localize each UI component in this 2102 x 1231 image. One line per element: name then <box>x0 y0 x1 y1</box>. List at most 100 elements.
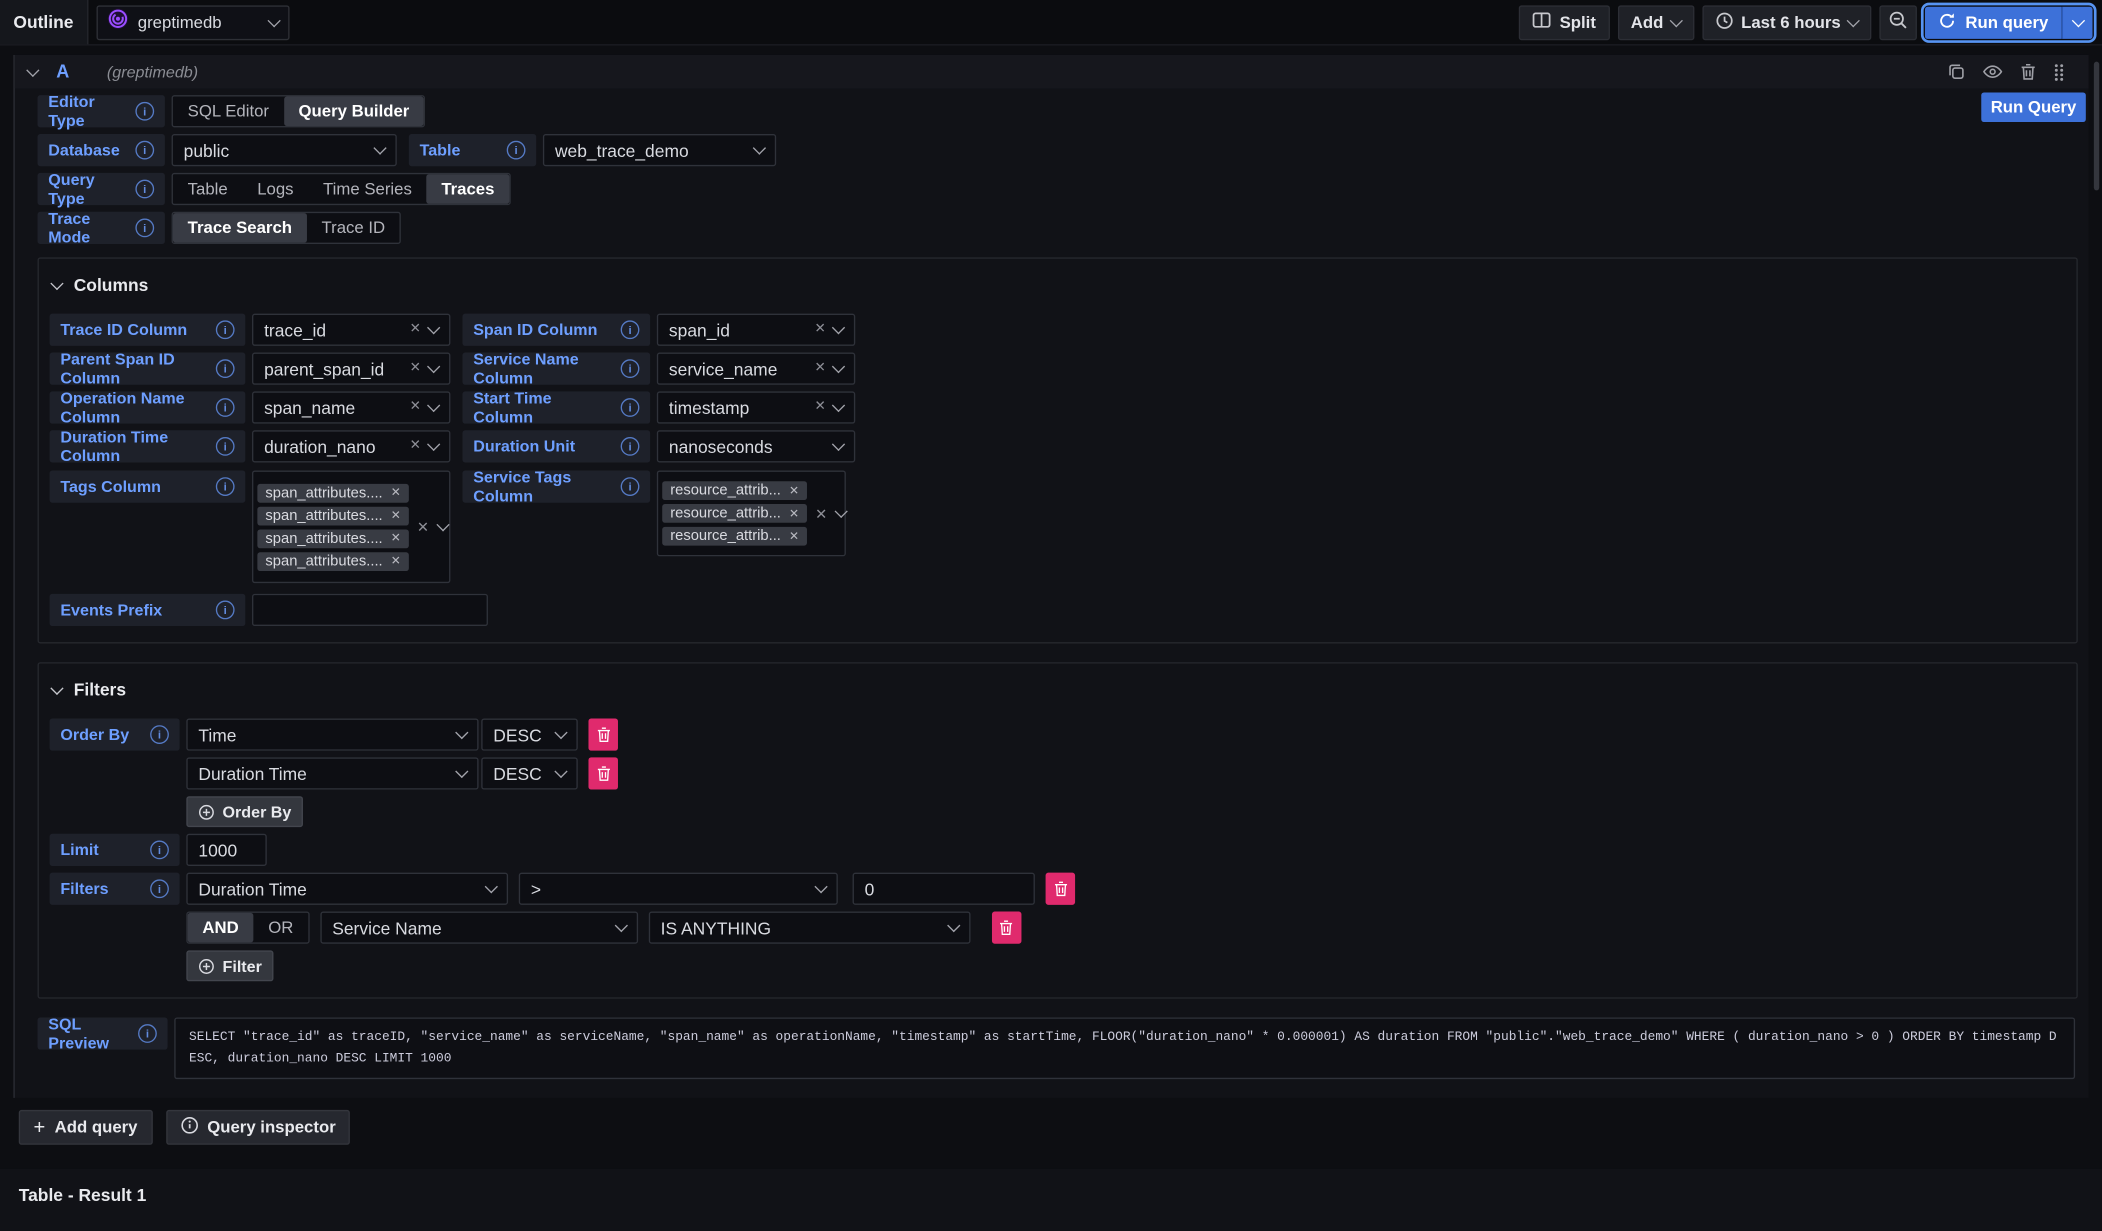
query-type-time-series[interactable]: Time Series <box>308 174 426 203</box>
duration-time-column-select[interactable]: duration_nano ✕ <box>252 430 450 462</box>
clear-icon[interactable]: ✕ <box>815 323 826 336</box>
info-icon[interactable]: i <box>135 102 154 121</box>
order-by-field-select[interactable]: Duration Time <box>186 757 478 789</box>
query-type-logs[interactable]: Logs <box>242 174 308 203</box>
remove-query-trash-icon[interactable] <box>2020 63 2036 80</box>
info-icon[interactable]: i <box>135 180 154 199</box>
column-header-operationname[interactable]: operationname <box>831 1221 1253 1231</box>
clear-all-icon[interactable]: ✕ <box>417 518 429 535</box>
add-filter-button[interactable]: Filter <box>186 950 274 981</box>
split-button[interactable]: Split <box>1519 5 1609 40</box>
info-icon[interactable]: i <box>216 359 235 378</box>
info-icon[interactable]: i <box>216 320 235 339</box>
tag-chip[interactable]: span_attributes....✕ <box>257 506 408 525</box>
add-query-button[interactable]: + Add query <box>19 1110 152 1145</box>
info-icon[interactable]: i <box>507 141 526 160</box>
add-order-by-button[interactable]: Order By <box>186 796 303 827</box>
clear-all-icon[interactable]: ✕ <box>815 505 827 522</box>
add-button[interactable]: Add <box>1617 5 1694 40</box>
tag-chip[interactable]: span_attributes....✕ <box>257 552 408 571</box>
info-icon[interactable]: i <box>135 219 154 238</box>
limit-input[interactable]: 1000 <box>186 834 266 866</box>
collapse-chevron-icon[interactable] <box>26 63 39 76</box>
columns-section-header[interactable]: Columns <box>52 275 2065 295</box>
duplicate-query-icon[interactable] <box>1948 63 1965 80</box>
span-id-column-select[interactable]: span_id ✕ <box>657 314 855 346</box>
start-time-column-select[interactable]: timestamp ✕ <box>657 391 855 423</box>
service-tag-chip[interactable]: resource_attrib...✕ <box>662 481 807 500</box>
hide-query-eye-icon[interactable] <box>1983 64 2003 79</box>
database-select[interactable]: public <box>172 134 397 166</box>
operation-name-column-select[interactable]: span_name ✕ <box>252 391 450 423</box>
run-query-options-button[interactable] <box>2062 6 2093 38</box>
service-name-column-select[interactable]: service_name ✕ <box>657 353 855 385</box>
info-icon[interactable]: i <box>216 601 235 620</box>
clear-icon[interactable]: ✕ <box>410 401 421 414</box>
remove-chip-icon[interactable]: ✕ <box>391 508 401 523</box>
remove-chip-icon[interactable]: ✕ <box>391 554 401 569</box>
info-icon[interactable]: i <box>621 320 640 339</box>
trace-mode-trace-search[interactable]: Trace Search <box>173 213 307 242</box>
info-icon[interactable]: i <box>216 437 235 456</box>
datasource-picker[interactable]: greptimedb <box>96 5 289 40</box>
trace-id-column-select[interactable]: trace_id ✕ <box>252 314 450 346</box>
filter-value-input[interactable]: 0 <box>853 873 1035 905</box>
info-icon[interactable]: i <box>135 141 154 160</box>
info-icon[interactable]: i <box>150 725 169 744</box>
filter-field-select[interactable]: Duration Time <box>186 873 508 905</box>
clear-icon[interactable]: ✕ <box>815 362 826 375</box>
time-range-picker[interactable]: Last 6 hours <box>1702 5 1871 40</box>
remove-chip-icon[interactable]: ✕ <box>391 485 401 500</box>
clear-icon[interactable]: ✕ <box>815 401 826 414</box>
info-icon[interactable]: i <box>216 398 235 417</box>
remove-filter-button[interactable] <box>992 912 1021 944</box>
query-type-traces[interactable]: Traces <box>427 174 510 203</box>
remove-order-by-button[interactable] <box>588 719 617 751</box>
zoom-out-time-button[interactable] <box>1880 5 1918 40</box>
info-icon[interactable]: i <box>621 477 640 496</box>
info-icon[interactable]: i <box>138 1024 157 1043</box>
service-tags-multiselect[interactable]: resource_attrib...✕ resource_attrib...✕ … <box>657 471 846 557</box>
trace-mode-trace-id[interactable]: Trace ID <box>307 213 400 242</box>
info-icon[interactable]: i <box>621 359 640 378</box>
remove-chip-icon[interactable]: ✕ <box>789 506 799 521</box>
editor-type-query-builder[interactable]: Query Builder <box>284 97 424 126</box>
order-by-field-select[interactable]: Time <box>186 719 478 751</box>
order-by-direction-select[interactable]: DESC <box>481 719 578 751</box>
drag-handle-icon[interactable] <box>2054 62 2065 81</box>
tag-chip[interactable]: span_attributes....✕ <box>257 529 408 548</box>
filter-field-select[interactable]: Service Name <box>320 912 638 944</box>
logic-or-option[interactable]: OR <box>253 913 308 942</box>
column-header-duration[interactable]: duration <box>1690 1221 2102 1231</box>
service-tag-chip[interactable]: resource_attrib...✕ <box>662 504 807 523</box>
scrollbar[interactable] <box>2094 62 2099 191</box>
column-header-traceid[interactable]: traceid <box>0 1221 424 1231</box>
column-header-servicename[interactable]: servicename <box>424 1221 832 1231</box>
order-by-direction-select[interactable]: DESC <box>481 757 578 789</box>
info-icon[interactable]: i <box>150 879 169 898</box>
tags-column-multiselect[interactable]: span_attributes....✕ span_attributes....… <box>252 471 450 584</box>
remove-order-by-button[interactable] <box>588 757 617 789</box>
service-tag-chip[interactable]: resource_attrib...✕ <box>662 527 807 546</box>
remove-chip-icon[interactable]: ✕ <box>789 529 799 544</box>
clear-icon[interactable]: ✕ <box>410 362 421 375</box>
query-inspector-button[interactable]: Query inspector <box>166 1110 351 1145</box>
parent-span-id-column-select[interactable]: parent_span_id ✕ <box>252 353 450 385</box>
logic-and-option[interactable]: AND <box>188 913 254 942</box>
remove-chip-icon[interactable]: ✕ <box>391 531 401 546</box>
outline-button[interactable]: Outline <box>0 0 88 44</box>
table-select[interactable]: web_trace_demo <box>543 134 776 166</box>
query-type-table[interactable]: Table <box>173 174 243 203</box>
info-icon[interactable]: i <box>621 398 640 417</box>
duration-unit-select[interactable]: nanoseconds <box>657 430 855 462</box>
info-icon[interactable]: i <box>216 477 235 496</box>
info-icon[interactable]: i <box>621 437 640 456</box>
filter-operator-select[interactable]: > <box>519 873 838 905</box>
info-icon[interactable]: i <box>150 840 169 859</box>
filter-operator-select[interactable]: IS ANYTHING <box>649 912 971 944</box>
column-header-starttime[interactable]: starttime <box>1253 1221 1690 1231</box>
clear-icon[interactable]: ✕ <box>410 323 421 336</box>
remove-filter-button[interactable] <box>1046 873 1075 905</box>
clear-icon[interactable]: ✕ <box>410 440 421 453</box>
tag-chip[interactable]: span_attributes....✕ <box>257 483 408 502</box>
